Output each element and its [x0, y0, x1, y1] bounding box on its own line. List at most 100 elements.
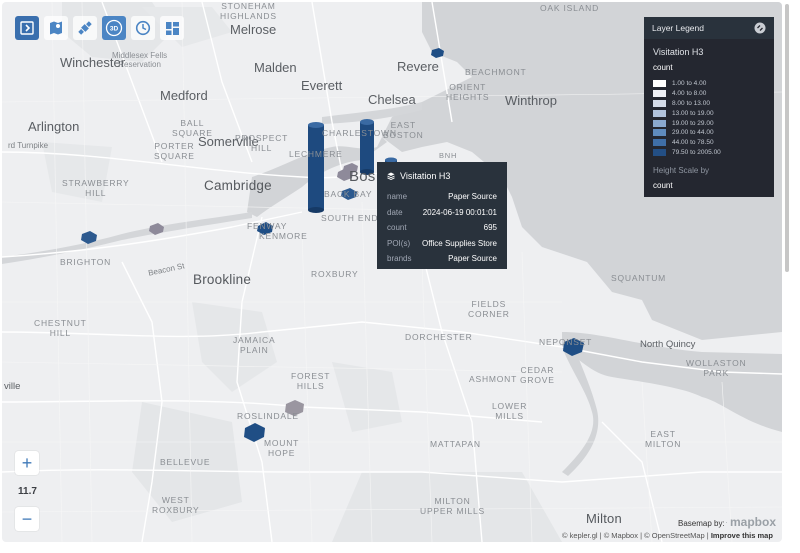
label-squantum: SQUANTUM: [611, 273, 667, 283]
label-ashmont: ASHMONT: [469, 374, 518, 384]
zoom-level: 11.7: [18, 486, 37, 497]
legend-item-label: 13.00 to 19.00: [672, 109, 714, 117]
scrollbar[interactable]: [785, 4, 789, 272]
label-turnpike: rd Turnpike: [8, 141, 49, 150]
legend-swatch: [653, 99, 666, 107]
label-strawberry-hill: STRAWBERRY HILL: [62, 178, 130, 198]
time-playback-button[interactable]: [131, 16, 155, 40]
mapbox-link[interactable]: © Mapbox: [604, 531, 638, 540]
map-pin-icon: [50, 21, 62, 35]
label-chestnut-hill: CHESTNUT HILL: [34, 318, 87, 338]
label-mount-hope: MOUNT HOPE: [264, 438, 300, 458]
legend-title: Layer Legend: [652, 23, 704, 33]
map-canvas[interactable]: STONEHAM HIGHLANDS Melrose OAK ISLAND Mid…: [2, 2, 782, 542]
grid-layout-icon: [165, 21, 179, 35]
3d-view-icon: 3D: [105, 19, 123, 37]
tooltip-value: 695: [483, 223, 497, 233]
legend-item-label: 29.00 to 44.00: [672, 129, 714, 137]
3d-view-button[interactable]: 3D: [102, 16, 126, 40]
label-bellevue: BELLEVUE: [160, 457, 211, 467]
attrib-separator: |: [706, 531, 709, 540]
legend-item-label: 19.00 to 29.00: [672, 119, 714, 127]
satellite-icon: [78, 21, 92, 35]
osm-link[interactable]: © OpenStreetMap: [644, 531, 705, 540]
tooltip-key: count: [387, 223, 407, 233]
legend-header: Layer Legend: [644, 17, 774, 39]
legend-swatch: [653, 129, 666, 137]
tooltip-value: Office Supplies Store: [421, 238, 497, 248]
improve-map-link[interactable]: Improve this map: [711, 531, 773, 540]
label-boston: Bos: [349, 168, 376, 185]
map-pin-button[interactable]: [44, 16, 68, 40]
satellite-button[interactable]: [73, 16, 97, 40]
label-milton-upper-mills: MILTON UPPER MILLS: [420, 496, 486, 516]
legend-height-scale-field: count: [653, 181, 673, 191]
tooltip-value: Paper Source: [448, 192, 497, 202]
label-fields-corner: FIELDS CORNER: [468, 299, 510, 319]
label-kenmore: KENMORE: [259, 231, 308, 241]
clock-icon: [135, 20, 151, 36]
label-east-milton: EAST MILTON: [645, 429, 682, 449]
label-wollaston-park: WOLLASTON PARK: [686, 358, 747, 378]
layer-panel-toggle-icon: [20, 21, 34, 35]
label-lower-mills: LOWER MILLS: [492, 401, 528, 421]
label-prospect-hill: PROSPECT HILL: [235, 133, 289, 153]
tooltip-key: brands: [387, 254, 412, 264]
label-winchester: Winchester: [60, 55, 126, 70]
zoom-in-button[interactable]: +: [15, 451, 39, 475]
tooltip-key: date: [387, 207, 403, 217]
label-brookline: Brookline: [193, 272, 252, 287]
split-map-button[interactable]: [160, 16, 184, 40]
legend-item-label: 1.00 to 4.00: [672, 80, 707, 88]
label-neponset: NEPONSET: [539, 337, 593, 347]
hover-tooltip: Visitation H3 name Paper Source date 2024-…: [377, 162, 507, 269]
legend-items: 1.00 to 4.00 4.00 to 8.00 8.00 to 13.00 13.…: [653, 79, 765, 157]
zoom-out-button[interactable]: −: [15, 507, 39, 531]
tooltip-row-brands: brands Paper Source: [387, 251, 497, 267]
legend-swatch: [653, 109, 666, 117]
3d-view-label: 3D: [110, 26, 119, 33]
label-malden: Malden: [254, 60, 297, 75]
label-roxbury: ROXBURY: [311, 269, 359, 279]
label-beachmont: BEACHMONT: [465, 67, 527, 77]
label-west-roxbury: WEST ROXBURY: [152, 495, 200, 515]
label-cambridge: Cambridge: [204, 178, 272, 193]
tooltip-row-count: count 695: [387, 220, 497, 236]
label-cedar-grove: CEDAR GROVE: [520, 365, 555, 385]
tooltip-row-name: name Paper Source: [387, 189, 497, 205]
label-medford: Medford: [160, 88, 208, 103]
mapbox-logo[interactable]: mapbox: [726, 515, 776, 529]
label-oak-island: OAK ISLAND: [540, 3, 600, 13]
kepler-map-app: STONEHAM HIGHLANDS Melrose OAK ISLAND Mid…: [0, 0, 800, 553]
legend-item-label: 4.00 to 8.00: [672, 90, 707, 98]
label-stoneham: STONEHAM HIGHLANDS: [220, 2, 277, 21]
label-ville: ville: [4, 381, 21, 392]
legend-layer-name: Visitation H3: [653, 47, 704, 57]
attribution-bar: © kepler.gl | © Mapbox | © OpenStreetMap…: [562, 531, 773, 540]
layers-icon: [387, 172, 395, 180]
label-milton: Milton: [586, 511, 622, 526]
legend-swatch: [653, 119, 666, 127]
label-orient-heights: ORIENT HEIGHTS: [446, 82, 490, 102]
legend-item-label: 79.50 to 2005.00: [672, 148, 721, 156]
label-arlington: Arlington: [28, 119, 80, 134]
label-chelsea: Chelsea: [368, 92, 416, 107]
tooltip-row-date: date 2024-06-19 00:01:01: [387, 205, 497, 221]
kepler-link[interactable]: © kepler.gl: [562, 531, 598, 540]
tooltip-row-pois: POI(s) Office Supplies Store: [387, 236, 497, 252]
attrib-separator: |: [599, 531, 602, 540]
legend-item-label: 44.00 to 78.50: [672, 139, 714, 147]
label-dorchester: DORCHESTER: [405, 332, 473, 342]
label-roslindale: ROSLINDALE: [237, 411, 299, 421]
legend-collapse-icon[interactable]: [754, 22, 766, 34]
tooltip-key: POI(s): [387, 238, 411, 248]
legend-swatch: [653, 139, 666, 147]
legend-color-field: count: [653, 63, 673, 72]
label-revere: Revere: [397, 59, 439, 74]
legend-item: 13.00 to 19.00: [653, 108, 765, 118]
tooltip-value: Paper Source: [448, 254, 497, 264]
label-south-end: SOUTH END: [321, 213, 379, 223]
label-forest-hills: FOREST HILLS: [291, 371, 331, 391]
legend-item: 44.00 to 78.50: [653, 138, 765, 148]
layer-panel-toggle-button[interactable]: [15, 16, 39, 40]
